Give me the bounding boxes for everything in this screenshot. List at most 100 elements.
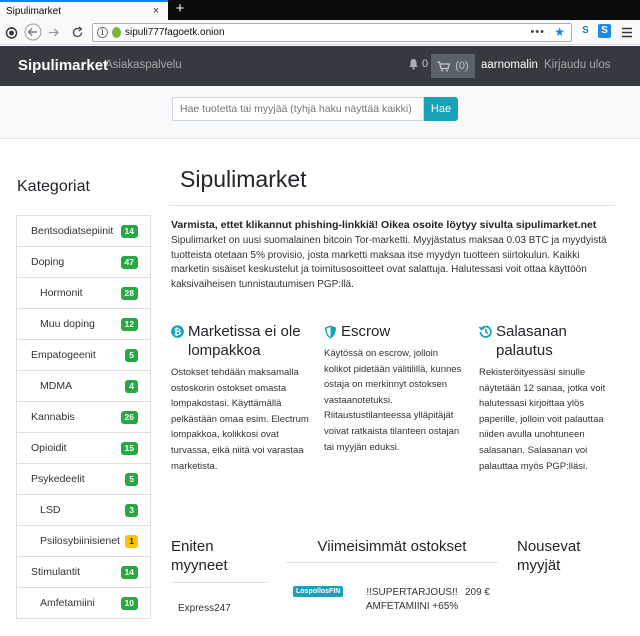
- category-item[interactable]: Opioidit 15: [16, 432, 151, 464]
- feature-escrow: Escrow Käytössä on escrow, jolloin kolik…: [324, 322, 464, 455]
- bitcoin-icon: ₿: [171, 325, 184, 338]
- category-item[interactable]: Stimulantit 14: [16, 556, 151, 588]
- brand-link[interactable]: Sipulimarket: [18, 57, 108, 74]
- url-bar[interactable]: i sipuli777fagoetk.onion ••• ★: [92, 23, 572, 42]
- feature-body: Käytössä on escrow, jolloin kolikot pide…: [324, 348, 462, 453]
- top-sellers-divider: [171, 582, 267, 583]
- recent-product-price: 209 €: [464, 587, 490, 598]
- phishing-warning: Varmista, ettet klikannut phishing-linkk…: [171, 219, 597, 231]
- menu-icon[interactable]: [620, 24, 634, 40]
- search-button[interactable]: Hae: [424, 97, 458, 121]
- categories-heading: Kategoriat: [17, 178, 90, 195]
- category-count-badge: 14: [120, 224, 138, 238]
- intro-text: Sipulimarket on uusi suomalainen bitcoin…: [171, 235, 607, 290]
- category-count-badge: 14: [120, 565, 138, 579]
- search-input[interactable]: [172, 97, 424, 121]
- category-count-badge: 1: [125, 534, 138, 548]
- category-item[interactable]: Hormonit 28: [16, 277, 151, 309]
- bookmark-star-icon[interactable]: ★: [554, 25, 565, 39]
- onion-site-icon: [112, 27, 121, 38]
- recent-product-name[interactable]: !!SUPERTARJOUS!! AMFETAMIINI +65%: [362, 586, 462, 614]
- url-text[interactable]: sipuli777fagoetk.onion: [125, 27, 225, 38]
- category-item[interactable]: Muu doping 12: [16, 308, 151, 340]
- category-item[interactable]: Doping 47: [16, 246, 151, 278]
- recent-purchases-heading: Viimeisimmät ostokset: [317, 538, 467, 555]
- feature-body: Ostokset tehdään maksamalla ostoskorin o…: [171, 367, 309, 472]
- history-icon: [479, 325, 492, 338]
- page-scrollbar[interactable]: [630, 206, 640, 636]
- new-tab-button[interactable]: +: [172, 0, 188, 20]
- back-icon[interactable]: [24, 23, 42, 41]
- category-label: Stimulantit: [31, 566, 81, 578]
- cart-count: (0): [455, 60, 469, 72]
- category-count-badge: 10: [120, 596, 138, 610]
- cart-button[interactable]: (0): [431, 54, 475, 78]
- category-count-badge: 4: [125, 379, 138, 393]
- logout-link[interactable]: Kirjaudu ulos: [544, 59, 610, 71]
- category-count-badge: 12: [120, 317, 138, 331]
- feature-no-wallet: ₿ Marketissa ei ole lompakkoa Ostokset t…: [171, 322, 311, 474]
- category-label: MDMA: [40, 380, 73, 392]
- category-count-badge: 3: [125, 503, 138, 517]
- svg-text:₿: ₿: [174, 327, 181, 338]
- category-list: Bentsodiatsepiinit 14 Doping 47 Hormonit 28 Mu…: [16, 215, 151, 619]
- category-label: Opioidit: [31, 442, 67, 454]
- category-label: Psykedeelit: [31, 473, 85, 485]
- extension-s2-icon[interactable]: S: [598, 24, 611, 38]
- cart-icon: [437, 60, 451, 71]
- username-link[interactable]: aarnomalin: [481, 59, 538, 71]
- notifications-link[interactable]: 0: [408, 58, 428, 70]
- category-item[interactable]: MDMA 4: [16, 370, 151, 402]
- tab-close-icon[interactable]: ×: [150, 5, 162, 17]
- category-label: Amfetamiini: [40, 597, 95, 609]
- category-count-badge: 5: [125, 472, 138, 486]
- category-item[interactable]: LSD 3: [16, 494, 151, 526]
- feature-title: Escrow: [341, 323, 391, 340]
- browser-tab[interactable]: Sipulimarket ×: [0, 0, 168, 20]
- tor-onion-icon[interactable]: [4, 24, 18, 40]
- search-section: Hae: [0, 86, 640, 139]
- category-count-badge: 5: [125, 348, 138, 362]
- category-count-badge: 28: [120, 286, 138, 300]
- category-label: Empatogeenit: [31, 349, 96, 361]
- feature-title: Salasanan palautus: [496, 323, 567, 359]
- extension-s-icon[interactable]: S: [579, 24, 592, 38]
- tab-title: Sipulimarket: [6, 5, 62, 17]
- category-count-badge: 47: [120, 255, 138, 269]
- category-label: Kannabis: [31, 411, 75, 423]
- category-label: Bentsodiatsepiinit: [31, 225, 114, 237]
- category-count-badge: 26: [120, 410, 138, 424]
- category-label: Doping: [31, 256, 65, 268]
- shield-icon: [325, 325, 336, 339]
- forward-icon[interactable]: [46, 24, 60, 40]
- browser-toolbar: i sipuli777fagoetk.onion ••• ★ S S: [0, 20, 640, 45]
- feature-title: Marketissa ei ole lompakkoa: [188, 323, 301, 359]
- page-actions-icon[interactable]: •••: [530, 26, 545, 38]
- category-label: Hormonit: [40, 287, 83, 299]
- customer-service-link[interactable]: Asiakaspalvelu: [105, 59, 182, 71]
- feature-password-recovery: Salasanan palautus Rekisteröityessäsi si…: [479, 322, 619, 474]
- feature-body: Rekisteröityessäsi sinulle näytetään 12 …: [479, 367, 606, 472]
- notification-count: 0: [422, 58, 429, 70]
- category-item[interactable]: Psykedeelit 5: [16, 463, 151, 495]
- title-divider: [169, 205, 615, 206]
- browser-tab-bar: Sipulimarket × +: [0, 0, 640, 20]
- reload-icon[interactable]: [70, 24, 84, 40]
- bell-icon: [409, 59, 418, 70]
- rising-sellers-heading: Nousevat myyjät: [517, 538, 581, 574]
- page-title: Sipulimarket: [180, 166, 307, 192]
- site-navbar: Sipulimarket Asiakaspalvelu 0 (0) aarnom…: [0, 46, 640, 86]
- category-item[interactable]: Empatogeenit 5: [16, 339, 151, 371]
- category-count-badge: 15: [120, 441, 138, 455]
- recent-seller-badge[interactable]: LospollosFIN: [293, 586, 344, 597]
- category-label: LSD: [40, 504, 61, 516]
- category-item[interactable]: Psilosybiinisienet 1: [16, 525, 151, 557]
- top-sellers-heading: Eniten myyneet: [171, 538, 228, 574]
- info-icon[interactable]: i: [97, 27, 108, 38]
- category-label: Psilosybiinisienet: [40, 535, 120, 547]
- category-item[interactable]: Kannabis 26: [16, 401, 151, 433]
- top-seller-item[interactable]: Express247: [178, 603, 231, 614]
- recent-purchases-divider: [286, 562, 498, 563]
- category-item[interactable]: Bentsodiatsepiinit 14: [16, 215, 151, 247]
- category-item[interactable]: Amfetamiini 10: [16, 587, 151, 619]
